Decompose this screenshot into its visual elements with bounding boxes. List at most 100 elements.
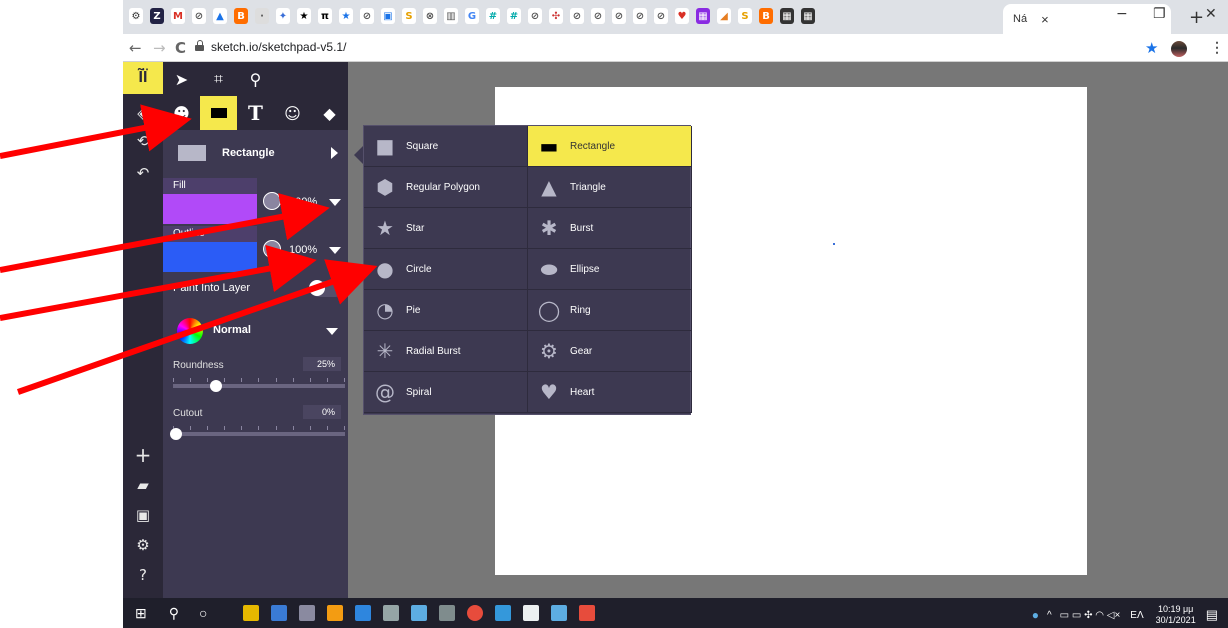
tab-favicon-icon[interactable]: ⊘ (360, 8, 374, 24)
shape-option-star[interactable]: ★ Star (364, 208, 528, 249)
pi-icon[interactable]: π (318, 8, 332, 24)
drive-icon[interactable]: ▲ (213, 8, 227, 24)
chrome-icon[interactable] (467, 605, 484, 621)
taskbar-app-icon[interactable] (327, 605, 344, 621)
new-tab-button[interactable]: + (1189, 7, 1204, 28)
tab-favicon-icon[interactable]: · (255, 8, 269, 24)
shape-option-ring[interactable]: ◯ Ring (528, 290, 692, 331)
taskbar-app-icon[interactable] (271, 605, 288, 621)
undo-icon[interactable]: ↶ (123, 160, 163, 186)
active-browser-tab[interactable]: Ná × (1003, 4, 1171, 34)
minimize-button[interactable]: − (1116, 6, 1128, 22)
forward-button[interactable]: → (153, 39, 166, 57)
google-icon[interactable]: G (465, 8, 479, 24)
tab-favicon-icon[interactable]: ⊘ (570, 8, 584, 24)
notifications-icon[interactable]: ▤ (1206, 607, 1218, 623)
shape-option-ellipse[interactable]: ⬬ Ellipse (528, 249, 692, 290)
tab-favicon-icon[interactable]: S (402, 8, 416, 24)
zoom-tool-icon[interactable]: ⚲ (237, 62, 274, 96)
tab-favicon-icon[interactable]: Z (150, 8, 164, 24)
input-language[interactable]: ΕΛ (1130, 610, 1143, 621)
shape-option-circle[interactable]: ● Circle (364, 249, 528, 290)
tab-favicon-icon[interactable]: ⊗ (423, 8, 437, 24)
shape-option-heart[interactable]: ♥ Heart (528, 372, 692, 413)
star-tab-icon[interactable]: ★ (297, 8, 311, 24)
taskbar-app-icon[interactable] (579, 605, 596, 621)
taskbar-app-icon[interactable] (299, 605, 316, 621)
save-icon[interactable]: ▣ (123, 502, 163, 528)
gmail-icon[interactable]: M (171, 8, 185, 24)
taskbar-app-icon[interactable] (411, 605, 428, 621)
blogger-icon[interactable]: B (234, 8, 248, 24)
history-icon[interactable]: ⟲ (123, 128, 163, 154)
settings-icon[interactable]: ⚙ (123, 532, 163, 558)
tab-favicon-icon[interactable]: ▣ (381, 8, 395, 24)
mail-icon[interactable] (495, 605, 512, 621)
tab-favicon-icon[interactable]: ▦ (780, 8, 794, 24)
app-logo[interactable]: ĨÏ (123, 62, 163, 94)
cutout-slider-handle[interactable] (170, 428, 182, 440)
tab-favicon-icon[interactable]: # (507, 8, 521, 24)
calculator-icon[interactable] (383, 605, 400, 621)
crop-tool-icon[interactable]: ⌗ (200, 62, 237, 96)
file-explorer-icon[interactable] (243, 605, 260, 621)
tab-favicon-icon[interactable]: ⊘ (612, 8, 626, 24)
cutout-value[interactable]: 0% (303, 405, 341, 419)
tab-favicon-icon[interactable]: ◢ (717, 8, 731, 24)
blogger-icon[interactable]: B (759, 8, 773, 24)
add-icon[interactable]: + (123, 442, 163, 468)
tab-favicon-icon[interactable]: # (486, 8, 500, 24)
restore-button[interactable]: ❐ (1153, 6, 1166, 22)
shape-type-selector[interactable]: Rectangle (163, 136, 348, 170)
layers-icon[interactable]: ◈ (123, 100, 163, 126)
blend-mode-selector[interactable]: Normal (163, 314, 348, 348)
shape-option-spiral[interactable]: @ Spiral (364, 372, 528, 413)
taskbar-app-icon[interactable] (355, 605, 372, 621)
shape-option-square[interactable]: ■ Square (364, 126, 528, 167)
taskbar-app-icon[interactable] (439, 605, 456, 621)
fill-opacity-dropdown[interactable] (329, 199, 341, 206)
tab-favicon-icon[interactable]: ⊘ (633, 8, 647, 24)
tab-favicon-icon[interactable]: ✣ (549, 8, 563, 24)
taskbar-app-icon[interactable] (551, 605, 568, 621)
tab-favicon-icon[interactable]: ▥ (444, 8, 458, 24)
tab-favicon-icon[interactable]: ✦ (276, 8, 290, 24)
reload-button[interactable]: C (175, 39, 186, 57)
folder-icon[interactable]: ▰ (123, 472, 163, 498)
tab-favicon-icon[interactable]: ⊘ (528, 8, 542, 24)
text-tool-icon[interactable]: T (237, 96, 274, 130)
shape-option-pie[interactable]: ◔ Pie (364, 290, 528, 331)
star-tab-icon[interactable]: ★ (339, 8, 353, 24)
roundness-value[interactable]: 25% (303, 357, 341, 371)
fill-color-swatch[interactable] (163, 194, 257, 224)
shape-tool-button[interactable] (200, 96, 237, 130)
cortana-icon[interactable]: ○ (199, 605, 207, 621)
tab-close-icon[interactable]: × (1041, 12, 1049, 27)
windows-start-icon[interactable]: ⊞ (135, 605, 147, 622)
roundness-slider[interactable] (173, 384, 345, 388)
sticker-tool-icon[interactable]: ☺ (274, 96, 311, 130)
cutout-slider[interactable] (173, 432, 345, 436)
tray-icons[interactable]: ▭ ▭ ✣ ◠ ◁× (1060, 610, 1121, 621)
clock[interactable]: 10:19 μμ 30/1/2021 (1156, 604, 1196, 626)
profile-avatar[interactable] (1171, 41, 1187, 57)
shape-option-triangle[interactable]: ▲ Triangle (528, 167, 692, 208)
roundness-slider-handle[interactable] (210, 380, 222, 392)
url-input[interactable]: sketch.io/sketchpad-v5.1/ (211, 40, 346, 54)
back-button[interactable]: ← (129, 39, 142, 57)
bookmark-star-icon[interactable]: ★ (1145, 39, 1158, 57)
tab-favicon-icon[interactable]: S (738, 8, 752, 24)
outline-opacity-dropdown[interactable] (329, 247, 341, 254)
shape-option-regular-polygon[interactable]: ⬢ Regular Polygon (364, 167, 528, 208)
shape-option-radial-burst[interactable]: ✳ Radial Burst (364, 331, 528, 372)
help-icon[interactable]: ? (123, 562, 163, 588)
outline-color-swatch[interactable] (163, 242, 257, 272)
shape-option-burst[interactable]: ✱ Burst (528, 208, 692, 249)
close-window-button[interactable]: ✕ (1205, 6, 1217, 22)
pointer-tool-icon[interactable]: ➤ (163, 62, 200, 96)
tab-favicon-icon[interactable]: ⚙ (129, 8, 143, 24)
ghost-tool-icon[interactable]: ☻ (163, 96, 200, 130)
search-icon[interactable]: ⚲ (169, 605, 179, 622)
shape-option-rectangle[interactable]: ▬ Rectangle (528, 126, 692, 167)
fill-bucket-icon[interactable]: ◆ (311, 96, 348, 130)
